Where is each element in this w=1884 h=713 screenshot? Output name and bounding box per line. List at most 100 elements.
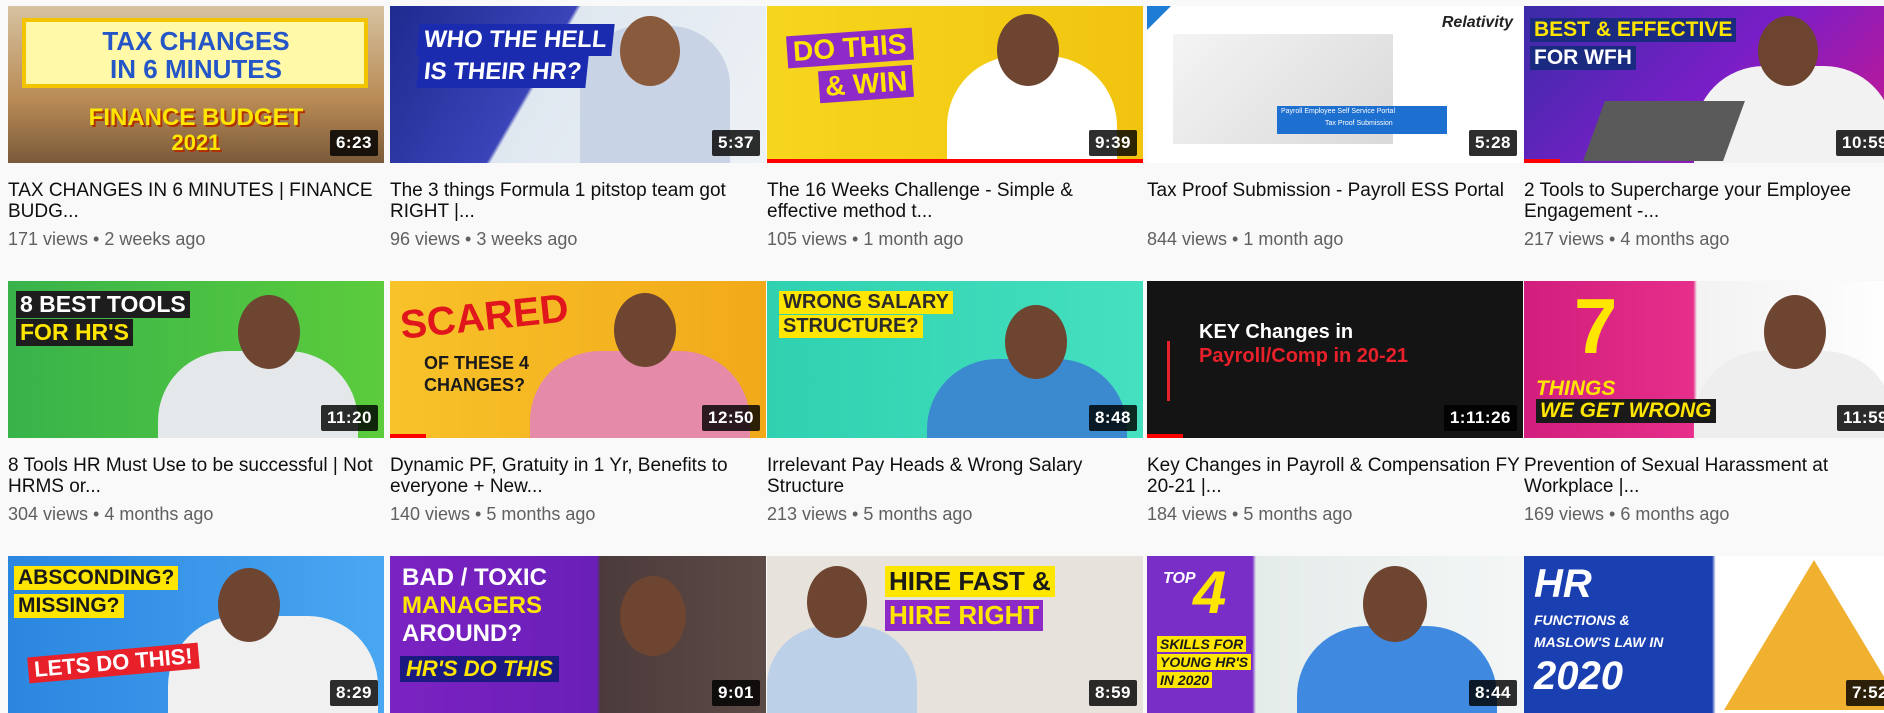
video-duration: 6:23 — [329, 130, 378, 156]
view-count: 169 views — [1524, 504, 1605, 524]
video-card[interactable]: HR FUNCTIONS & MASLOW'S LAW IN 2020 7:52 — [1524, 556, 1884, 713]
video-duration: 1:11:26 — [1443, 405, 1517, 431]
video-thumbnail[interactable]: KEY Changes in Payroll/Comp in 20-21 1:1… — [1147, 281, 1523, 438]
video-duration: 8:44 — [1468, 680, 1517, 706]
video-title[interactable]: Prevention of Sexual Harassment at Workp… — [1524, 455, 1884, 497]
video-thumbnail[interactable]: BAD / TOXIC MANAGERS AROUND? HR'S DO THI… — [390, 556, 766, 713]
video-card[interactable]: TAX CHANGES IN 6 MINUTES FINANCE BUDGET … — [8, 6, 384, 250]
upload-age: 1 month ago — [1243, 229, 1344, 249]
watch-progress — [390, 434, 426, 438]
presenter-face — [620, 16, 680, 86]
video-title[interactable]: TAX CHANGES IN 6 MINUTES | FINANCE BUDG.… — [8, 180, 384, 222]
thumb-text: 4 — [1193, 559, 1227, 626]
thumb-text: HIRE FAST & — [885, 566, 1055, 597]
thumb-text: MISSING? — [14, 594, 124, 618]
thumb-text: HIRE RIGHT — [885, 600, 1044, 631]
video-card[interactable]: 7 THINGS WE GET WRONG 11:59 Prevention o… — [1524, 281, 1884, 525]
thumb-text: WE GET WRONG — [1536, 399, 1716, 423]
thumb-text: THINGS — [1536, 377, 1616, 400]
meta-separator: • — [852, 504, 859, 524]
thumb-text: TOP — [1163, 570, 1196, 587]
video-card[interactable]: 8 BEST TOOLS FOR HR'S 11:20 8 Tools HR M… — [8, 281, 384, 525]
video-title[interactable]: Dynamic PF, Gratuity in 1 Yr, Benefits t… — [390, 455, 766, 497]
video-meta: 140 views • 5 months ago — [390, 504, 766, 525]
video-card[interactable]: SCARED OF THESE 4 CHANGES? 12:50 Dynamic… — [390, 281, 766, 525]
thumb-text: Tax Proof Submission — [1325, 120, 1393, 127]
video-meta: 217 views • 4 months ago — [1524, 229, 1884, 250]
video-title[interactable]: Key Changes in Payroll & Compensation FY… — [1147, 455, 1523, 497]
video-card[interactable]: TOP 4 SKILLS FOR YOUNG HR'S IN 2020 8:44 — [1147, 556, 1523, 713]
thumb-text: ABSCONDING? — [14, 566, 179, 590]
presenter-face — [218, 568, 280, 642]
video-title[interactable]: 8 Tools HR Must Use to be successful | N… — [8, 455, 384, 497]
presenter-face — [1758, 16, 1818, 86]
video-thumbnail[interactable]: SCARED OF THESE 4 CHANGES? 12:50 — [390, 281, 766, 438]
video-thumbnail[interactable]: WRONG SALARY STRUCTURE? 8:48 — [767, 281, 1143, 438]
watch-progress — [1524, 159, 1560, 163]
video-card[interactable]: Relativity Payroll Employee Self Service… — [1147, 6, 1523, 250]
video-thumbnail[interactable]: HIRE FAST & HIRE RIGHT 8:59 — [767, 556, 1143, 713]
meta-separator: • — [1232, 229, 1239, 249]
video-card[interactable]: ABSCONDING? MISSING? LETS DO THIS! 8:29 — [8, 556, 384, 713]
video-thumbnail[interactable]: ABSCONDING? MISSING? LETS DO THIS! 8:29 — [8, 556, 384, 713]
video-thumbnail[interactable]: 8 BEST TOOLS FOR HR'S 11:20 — [8, 281, 384, 438]
video-card[interactable]: HIRE FAST & HIRE RIGHT 8:59 — [767, 556, 1143, 713]
video-thumbnail[interactable]: BEST & EFFECTIVE FOR WFH 10:59 — [1524, 6, 1884, 163]
presenter-figure — [767, 626, 917, 713]
video-card[interactable]: KEY Changes in Payroll/Comp in 20-21 1:1… — [1147, 281, 1523, 525]
video-meta: 96 views • 3 weeks ago — [390, 229, 766, 250]
video-title[interactable]: Tax Proof Submission - Payroll ESS Porta… — [1147, 180, 1523, 222]
video-title[interactable]: The 16 Weeks Challenge - Simple & effect… — [767, 180, 1143, 222]
presenter-face — [1363, 566, 1427, 642]
thumb-text: 8 BEST TOOLS — [16, 291, 190, 318]
view-count: 140 views — [390, 504, 471, 524]
presenter-face — [1005, 305, 1067, 379]
video-duration: 5:37 — [711, 130, 760, 156]
video-duration: 8:29 — [329, 680, 378, 706]
meta-separator: • — [465, 229, 472, 249]
video-duration: 7:52 — [1845, 680, 1884, 706]
video-meta: 213 views • 5 months ago — [767, 504, 1143, 525]
thumb-text: OF THESE 4 — [424, 353, 530, 373]
video-duration: 10:59 — [1836, 130, 1884, 156]
watch-progress — [1147, 434, 1183, 438]
view-count: 217 views — [1524, 229, 1605, 249]
thumb-text: 7 — [1574, 282, 1618, 370]
video-thumbnail[interactable]: TOP 4 SKILLS FOR YOUNG HR'S IN 2020 8:44 — [1147, 556, 1523, 713]
thumb-text: Payroll Employee Self Service Portal — [1281, 108, 1395, 115]
upload-age: 4 months ago — [104, 504, 214, 524]
thumb-text: CHANGES? — [424, 375, 526, 395]
video-thumbnail[interactable]: Relativity Payroll Employee Self Service… — [1147, 6, 1523, 163]
thumb-text: 2020 — [1534, 654, 1623, 698]
thumb-text: 2021 — [171, 130, 221, 155]
video-meta: 184 views • 5 months ago — [1147, 504, 1523, 525]
view-count: 213 views — [767, 504, 848, 524]
video-title[interactable]: 2 Tools to Supercharge your Employee Eng… — [1524, 180, 1884, 222]
view-count: 844 views — [1147, 229, 1228, 249]
video-thumbnail[interactable]: WHO THE HELL IS THEIR HR? 5:37 — [390, 6, 766, 163]
video-thumbnail[interactable]: HR FUNCTIONS & MASLOW'S LAW IN 2020 7:52 — [1524, 556, 1884, 713]
upload-age: 6 months ago — [1620, 504, 1730, 524]
thumb-text: SKILLS FOR — [1157, 636, 1247, 652]
video-title[interactable]: Irrelevant Pay Heads & Wrong Salary Stru… — [767, 455, 1143, 497]
video-meta: 169 views • 6 months ago — [1524, 504, 1884, 525]
video-meta: 171 views • 2 weeks ago — [8, 229, 384, 250]
video-card[interactable]: BEST & EFFECTIVE FOR WFH 10:59 2 Tools t… — [1524, 6, 1884, 250]
video-card[interactable]: BAD / TOXIC MANAGERS AROUND? HR'S DO THI… — [390, 556, 766, 713]
view-count: 96 views — [390, 229, 461, 249]
video-card[interactable]: WHO THE HELL IS THEIR HR? 5:37 The 3 thi… — [390, 6, 766, 250]
video-title[interactable]: The 3 things Formula 1 pitstop team got … — [390, 180, 766, 222]
thumb-text: TAX CHANGES — [102, 26, 290, 56]
video-card[interactable]: DO THIS & WIN 9:39 The 16 Weeks Challeng… — [767, 6, 1143, 250]
video-card[interactable]: WRONG SALARY STRUCTURE? 8:48 Irrelevant … — [767, 281, 1143, 525]
video-thumbnail[interactable]: DO THIS & WIN 9:39 — [767, 6, 1143, 163]
video-thumbnail[interactable]: TAX CHANGES IN 6 MINUTES FINANCE BUDGET … — [8, 6, 384, 163]
meta-separator: • — [1232, 504, 1239, 524]
video-meta: 105 views • 1 month ago — [767, 229, 1143, 250]
thumb-text: KEY Changes in — [1199, 321, 1354, 343]
video-thumbnail[interactable]: 7 THINGS WE GET WRONG 11:59 — [1524, 281, 1884, 438]
upload-age: 5 months ago — [1243, 504, 1353, 524]
upload-age: 5 months ago — [863, 504, 973, 524]
thumb-text: YOUNG HR'S — [1157, 654, 1252, 670]
video-grid: TAX CHANGES IN 6 MINUTES FINANCE BUDGET … — [0, 0, 1884, 713]
